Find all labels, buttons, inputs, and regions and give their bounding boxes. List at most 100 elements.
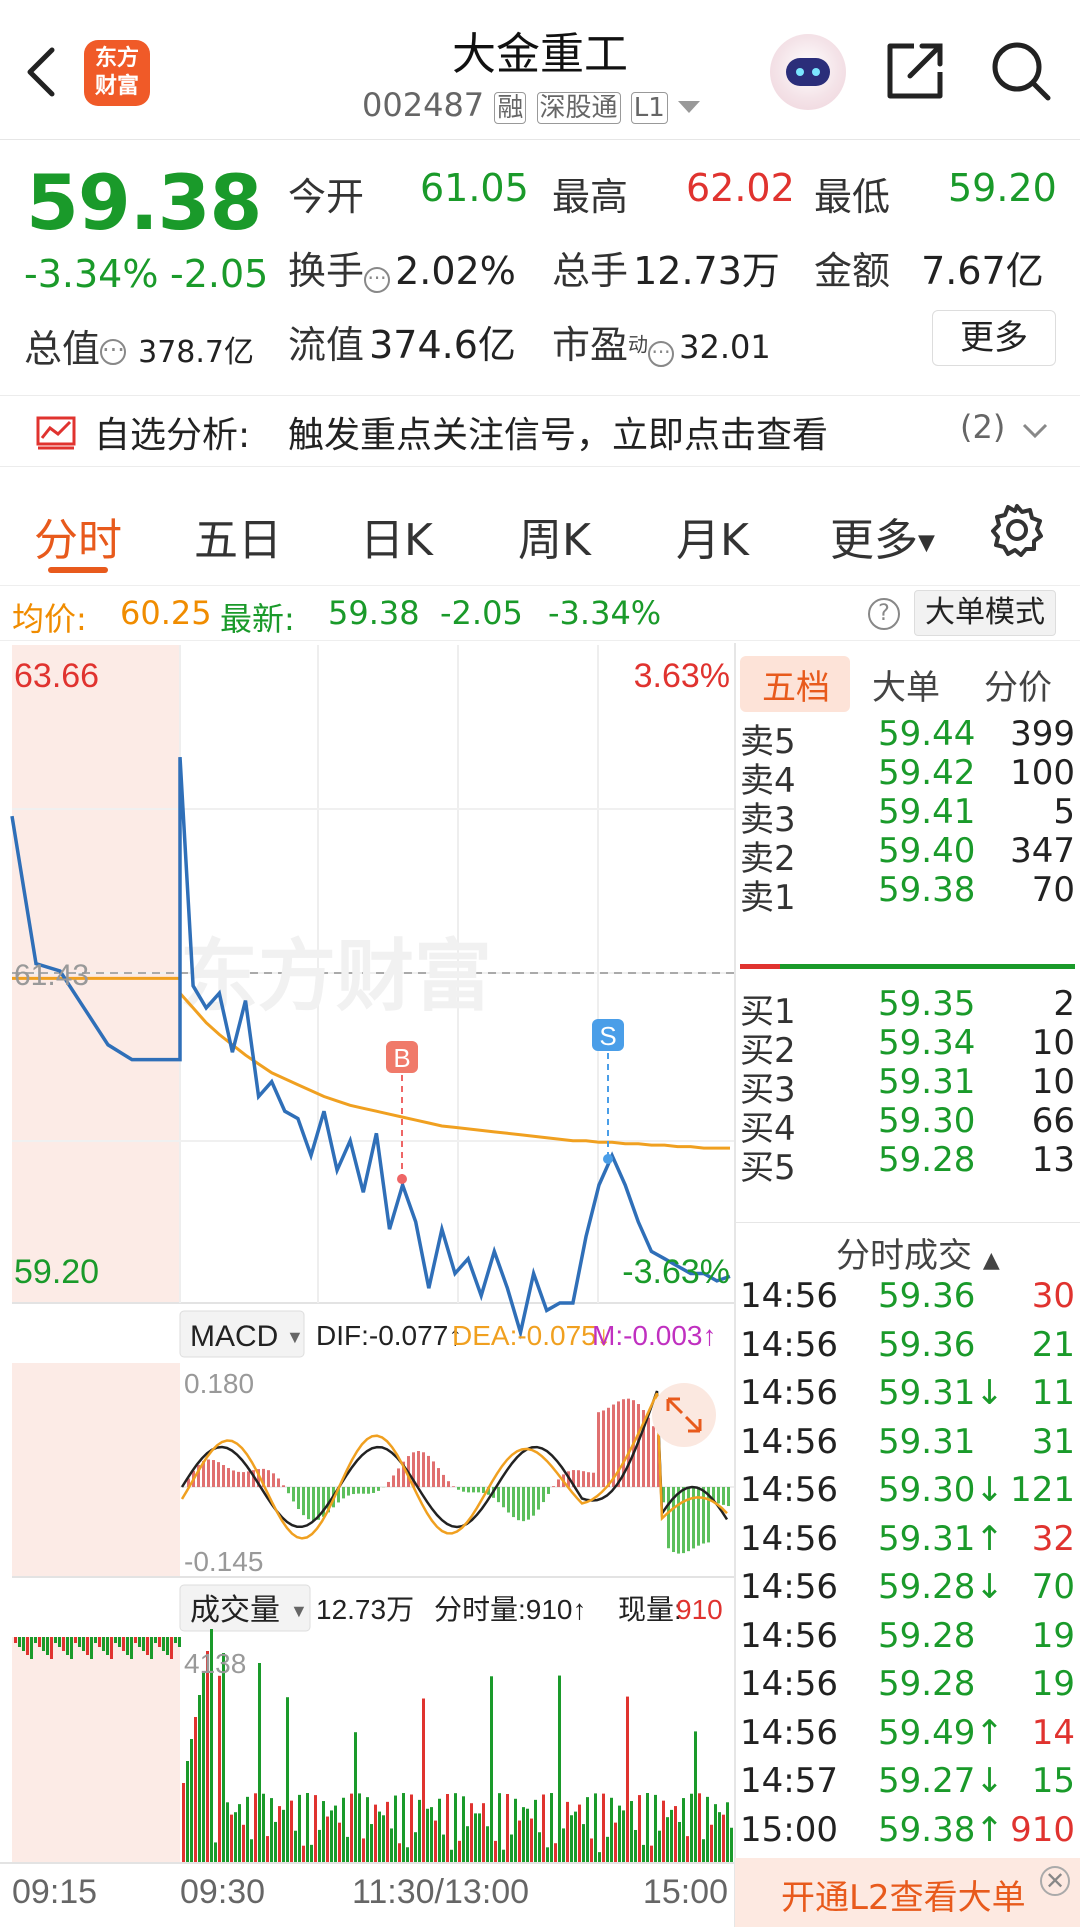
svg-text:B: B — [393, 1043, 410, 1073]
volume-bar — [370, 1824, 373, 1863]
macd-bar — [467, 1487, 470, 1493]
tab-weekly-k[interactable]: 周K — [518, 504, 591, 568]
volume-bar — [490, 1676, 493, 1863]
volume-bar — [674, 1806, 677, 1863]
tick-volume: 19 — [1031, 1615, 1075, 1656]
volume-bar — [590, 1838, 593, 1863]
premarket-shade-volume — [12, 1637, 180, 1863]
float-cap-cell: 流值 374.6亿 — [288, 323, 516, 367]
volume-bar — [402, 1793, 405, 1863]
tab-five-day[interactable]: 五日 — [194, 504, 282, 568]
tab-daily-k[interactable]: 日K — [360, 504, 433, 568]
bid-ask-ratio-bar — [740, 964, 1075, 969]
macd-bar — [557, 1479, 560, 1487]
volume-bar — [398, 1843, 401, 1863]
macd-bar — [587, 1472, 590, 1487]
info-icon[interactable]: ··· — [648, 340, 675, 367]
volume-bar — [658, 1830, 661, 1863]
buy-price: 59.31 — [878, 1062, 976, 1102]
time-label-0930: 09:30 — [180, 1873, 265, 1911]
volume-bar — [214, 1842, 217, 1863]
volume-bar — [318, 1829, 321, 1863]
macd-bar — [522, 1487, 525, 1522]
macd-bottom-label: -0.145 — [184, 1546, 263, 1577]
volume-bar — [714, 1804, 717, 1863]
share-icon[interactable] — [884, 40, 946, 102]
settings-gear-icon[interactable] — [990, 503, 1044, 557]
volume-bar — [498, 1793, 501, 1863]
tab-monthly-k[interactable]: 月K — [676, 504, 749, 568]
tick-price: 59.36 — [878, 1276, 976, 1316]
tick-time: 14:56 — [740, 1712, 838, 1753]
macd-bar — [362, 1487, 365, 1494]
volume-bar — [114, 1637, 117, 1643]
volume-bar — [170, 1637, 173, 1659]
dropdown-icon[interactable] — [677, 99, 700, 115]
ticks-title[interactable]: 分时成交 ▲ — [836, 1228, 1000, 1277]
tab-five-level[interactable]: 五档 — [762, 660, 830, 709]
macd-dea-line — [180, 1392, 728, 1540]
close-icon[interactable]: ✕ — [1040, 1866, 1070, 1896]
tab-price-dist[interactable]: 分价 — [984, 660, 1052, 709]
volume-bar — [526, 1808, 529, 1863]
buy-row[interactable]: 买5 59.28 13 — [740, 1140, 1075, 1188]
macd-bar — [372, 1487, 375, 1493]
volume-bar — [30, 1637, 33, 1659]
volume-bar — [58, 1637, 61, 1647]
assistant-robot-icon[interactable] — [770, 34, 846, 110]
volume-bar — [454, 1793, 457, 1863]
tick-row: 14:56 59.31↓ 11 — [740, 1373, 1075, 1421]
macd-bar — [502, 1487, 505, 1508]
volume-bar — [186, 1761, 189, 1863]
volume-bar — [682, 1798, 685, 1863]
help-icon[interactable]: ? — [868, 598, 900, 630]
volume-bar — [618, 1805, 621, 1863]
expand-button[interactable] — [652, 1383, 716, 1447]
volume-max-label: 4138 — [184, 1648, 246, 1679]
volume-bar — [206, 1651, 209, 1863]
macd-bar — [552, 1486, 555, 1487]
tab-more[interactable]: 更多▼ — [830, 504, 935, 568]
tick-row: 14:56 59.36 30 — [740, 1276, 1075, 1324]
volume-bar — [146, 1637, 149, 1655]
info-icon[interactable]: ··· — [364, 266, 391, 293]
volume-bar — [354, 1732, 357, 1863]
tick-price: 59.38↑ — [878, 1809, 1004, 1850]
volume-bar — [578, 1804, 581, 1863]
volume-bar — [194, 1717, 197, 1863]
tick-volume: 910 — [1010, 1809, 1075, 1850]
volume-bar — [670, 1809, 673, 1863]
top-bar: 东方财富 大金重工 002487 融 深股通 L1 — [0, 0, 1080, 140]
macd-bar — [267, 1470, 270, 1487]
volume-bar — [290, 1800, 293, 1863]
amount-cell: 金额 7.67亿 — [814, 249, 1044, 293]
tick-volume: 32 — [1031, 1518, 1075, 1559]
intraday-chart[interactable]: 东方财富 B S 63.66 61.43 59.20 3.63% -3.63% … — [0, 643, 735, 1927]
tick-time: 14:56 — [740, 1421, 838, 1462]
more-quote-button[interactable]: 更多 — [932, 310, 1056, 366]
big-order-mode-button[interactable]: 大单模式 — [914, 590, 1056, 636]
sell-price: 59.41 — [878, 792, 976, 832]
volume-bar — [158, 1637, 161, 1647]
volume-bar — [534, 1799, 537, 1863]
tab-intraday[interactable]: 分时 — [34, 504, 122, 568]
l2-upgrade-banner[interactable]: 开通L2查看大单 ✕ — [735, 1858, 1080, 1927]
tick-row: 14:56 59.28 19 — [740, 1616, 1075, 1664]
macd-bar — [727, 1487, 730, 1507]
tick-row: 14:56 59.49↑ 14 — [740, 1713, 1075, 1761]
dif-value: DIF:-0.077↑ — [316, 1320, 462, 1351]
sell-volume: 100 — [1010, 753, 1075, 793]
tick-row: 14:56 59.28 19 — [740, 1664, 1075, 1712]
tab-big-order[interactable]: 大单 — [872, 660, 940, 709]
tick-row: 14:57 59.27↓ 15 — [740, 1761, 1075, 1809]
sell-row[interactable]: 卖1 59.38 70 — [740, 870, 1075, 918]
sell-volume: 70 — [1031, 870, 1075, 910]
alert-banner[interactable]: 自选分析: 触发重点关注信号，立即点击查看 (2) — [0, 395, 1080, 467]
buy-point — [397, 1174, 407, 1184]
active-tab-indicator — [48, 567, 108, 573]
info-icon[interactable]: ··· — [100, 338, 127, 365]
volume-bar — [106, 1637, 109, 1655]
search-icon[interactable] — [988, 38, 1054, 104]
macd-bar — [347, 1487, 350, 1496]
buy-level-label: 买5 — [740, 1148, 796, 1188]
